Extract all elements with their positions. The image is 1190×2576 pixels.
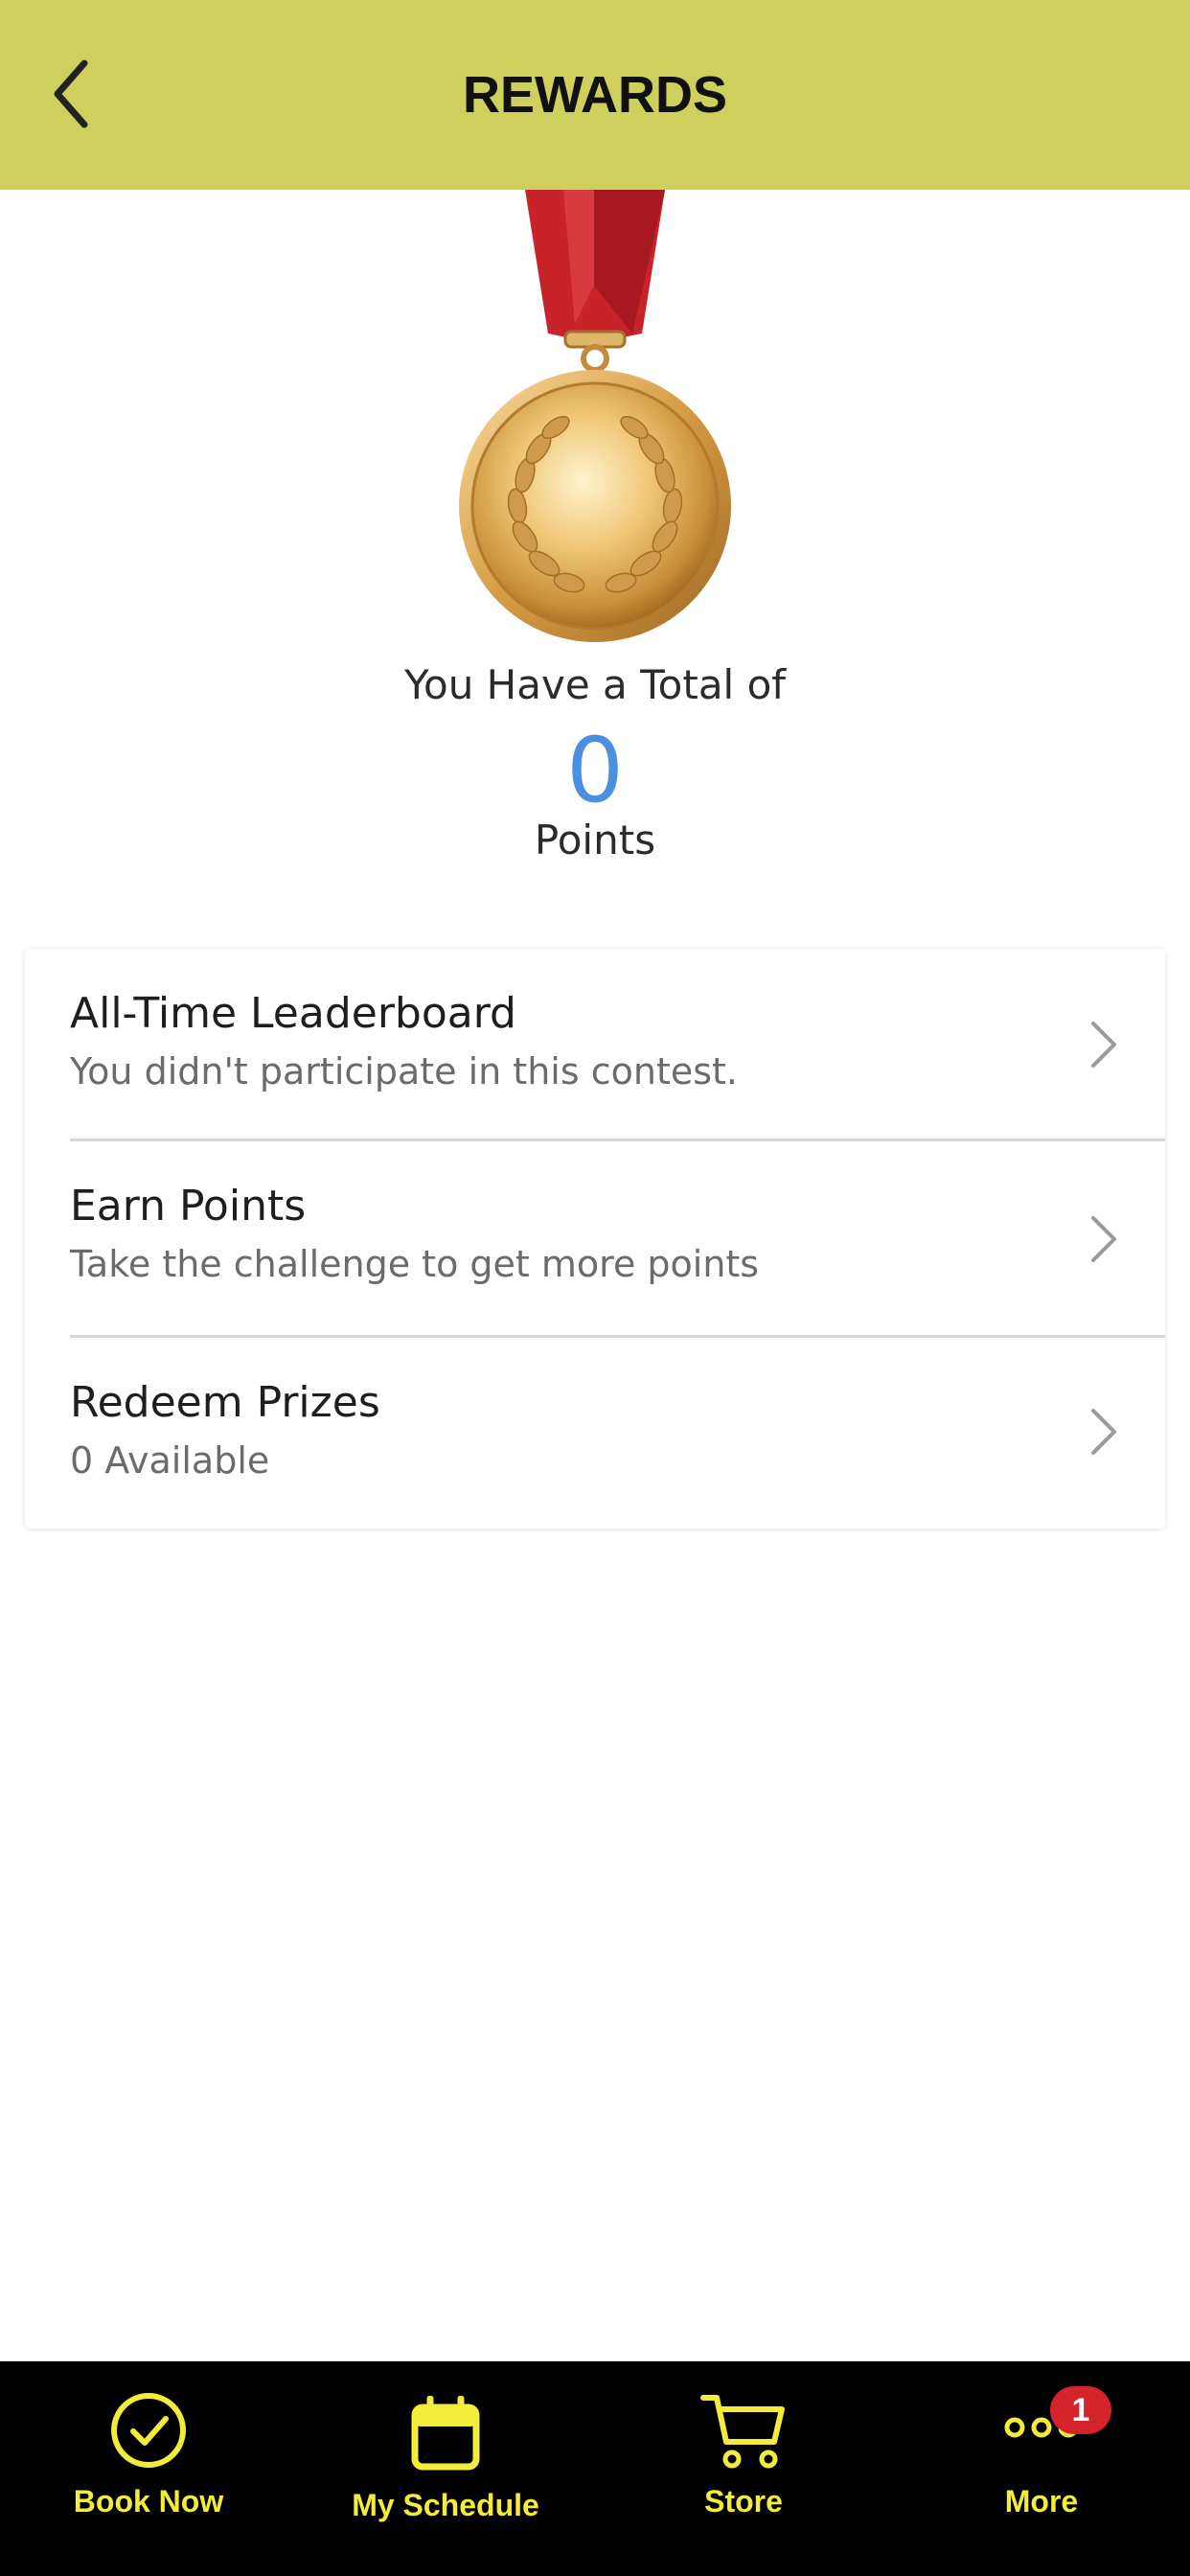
chevron-left-icon (54, 59, 88, 128)
redeem-prizes-row[interactable]: Redeem Prizes 0 Available (25, 1338, 1165, 1530)
page-title: REWARDS (462, 66, 727, 124)
tab-more-label: More (1004, 2484, 1079, 2518)
back-button[interactable] (38, 56, 105, 132)
chevron-right-icon (1091, 1022, 1116, 1068)
points-total-label: You Have a Total of (403, 661, 787, 708)
earn-points-subtitle: Take the challenge to get more points (70, 1243, 760, 1285)
points-unit-label: Points (534, 816, 656, 863)
notification-badge: 1 (1050, 2386, 1111, 2434)
tab-store-label: Store (704, 2484, 783, 2518)
calendar-icon (411, 2396, 480, 2471)
points-value: 0 (566, 719, 624, 823)
cart-icon (700, 2395, 785, 2469)
chevron-right-icon (1091, 1216, 1116, 1262)
tab-my-schedule-label: My Schedule (352, 2488, 539, 2522)
redeem-prizes-subtitle: 0 Available (70, 1439, 270, 1482)
earn-points-title: Earn Points (70, 1182, 307, 1230)
tab-my-schedule[interactable]: My Schedule (297, 2361, 594, 2576)
redeem-prizes-title: Redeem Prizes (70, 1378, 380, 1427)
bottom-tab-bar: Book Now My Schedule Store More (0, 2361, 1190, 2576)
header-bar: REWARDS (0, 0, 1190, 190)
tab-more[interactable]: More (893, 2361, 1190, 2576)
tab-book-now-label: Book Now (73, 2484, 224, 2518)
leaderboard-title: All-Time Leaderboard (70, 989, 516, 1038)
tab-book-now[interactable]: Book Now (0, 2361, 297, 2576)
rewards-menu-card: All-Time Leaderboard You didn't particip… (25, 949, 1165, 1529)
check-circle-icon (111, 2393, 186, 2468)
medal-image (450, 190, 740, 650)
earn-points-row[interactable]: Earn Points Take the challenge to get mo… (25, 1141, 1165, 1333)
chevron-right-icon (1091, 1409, 1116, 1455)
leaderboard-row[interactable]: All-Time Leaderboard You didn't particip… (25, 949, 1165, 1140)
tab-store[interactable]: Store (595, 2361, 892, 2576)
leaderboard-subtitle: You didn't participate in this contest. (70, 1050, 739, 1092)
